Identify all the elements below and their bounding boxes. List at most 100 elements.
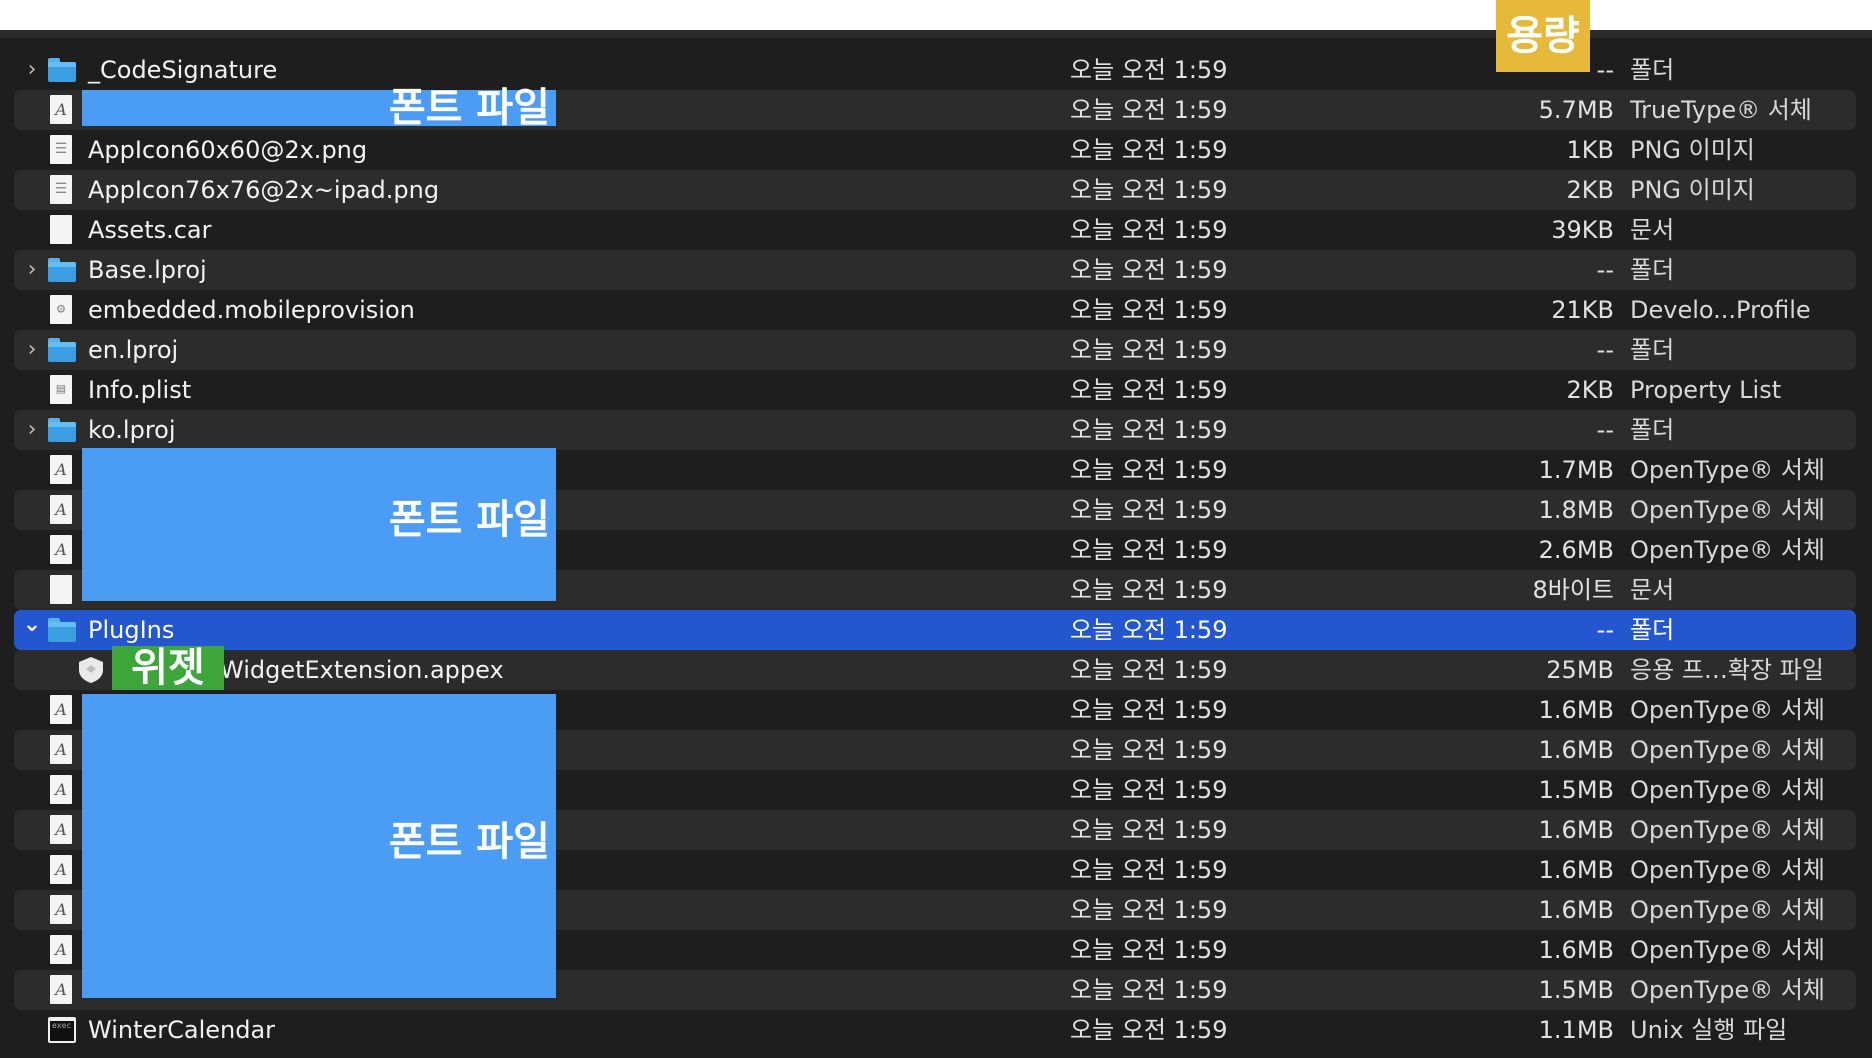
- file-name: Info.plist: [88, 376, 192, 404]
- file-row[interactable]: exec WinterCalendar 오늘 오전 1:59 1.1MB Unix 실행…: [14, 1010, 1856, 1050]
- file-name: embedded.mobileprovision: [88, 296, 415, 324]
- image-file-icon: ☰: [50, 135, 72, 164]
- file-row[interactable]: Assets.car 오늘 오전 1:59 39KB 문서: [14, 210, 1856, 250]
- date-modified: 오늘 오전 1:59: [1070, 576, 1228, 604]
- date-modified: 오늘 오전 1:59: [1070, 776, 1228, 804]
- file-kind: 폴더: [1630, 336, 1675, 364]
- file-size: 1.1MB: [1538, 1016, 1614, 1044]
- date-modified: 오늘 오전 1:59: [1070, 336, 1228, 364]
- font-file-icon: A: [50, 535, 72, 564]
- file-kind: OpenType® 서체: [1630, 816, 1826, 844]
- file-size: 1.6MB: [1538, 936, 1614, 964]
- file-name: AppIcon76x76@2x~ipad.png: [88, 176, 440, 204]
- font-file-icon: A: [50, 775, 72, 804]
- document-icon: [50, 575, 72, 604]
- font-file-label: 폰트 파일: [388, 85, 550, 131]
- file-kind: 폴더: [1630, 56, 1675, 84]
- date-modified: 오늘 오전 1:59: [1070, 936, 1228, 964]
- file-name: en.lproj: [88, 336, 179, 364]
- file-kind: 문서: [1630, 216, 1675, 244]
- file-size: 1.8MB: [1538, 496, 1614, 524]
- size-label-overlay: 용량: [1496, 0, 1590, 72]
- file-kind: TrueType® 서체: [1630, 96, 1812, 124]
- image-file-icon: ☰: [50, 175, 72, 204]
- date-modified: 오늘 오전 1:59: [1070, 856, 1228, 884]
- disclosure-closed-icon[interactable]: ›: [22, 410, 42, 450]
- font-file-icon: A: [50, 975, 72, 1004]
- file-size: 1.7MB: [1538, 456, 1614, 484]
- folder-icon: [48, 58, 76, 82]
- app-extension-icon: [78, 656, 104, 684]
- plist-file-icon: ▤: [50, 375, 72, 404]
- date-modified: 오늘 오전 1:59: [1070, 296, 1228, 324]
- executable-icon: exec: [48, 1017, 76, 1043]
- file-kind: OpenType® 서체: [1630, 856, 1826, 884]
- folder-icon: [48, 338, 76, 362]
- folder-icon: [48, 618, 76, 642]
- file-row[interactable]: WidgetExtension.appex 오늘 오전 1:59 25MB 응용 프……: [14, 650, 1856, 690]
- date-modified: 오늘 오전 1:59: [1070, 656, 1228, 684]
- file-row[interactable]: › en.lproj 오늘 오전 1:59 -- 폴더: [14, 330, 1856, 370]
- column-header-divider: [0, 30, 1872, 38]
- date-modified: 오늘 오전 1:59: [1070, 96, 1228, 124]
- file-size: 39KB: [1551, 216, 1614, 244]
- file-size: 2.6MB: [1538, 536, 1614, 564]
- file-kind: 문서: [1630, 576, 1675, 604]
- file-size: 21KB: [1551, 296, 1614, 324]
- redaction-overlay-font-3: 폰트 파일: [82, 694, 556, 998]
- folder-icon: [48, 258, 76, 282]
- disclosure-open-icon[interactable]: ⌄: [22, 610, 42, 650]
- disclosure-closed-icon[interactable]: ›: [22, 50, 42, 90]
- file-row[interactable]: › ko.lproj 오늘 오전 1:59 -- 폴더: [14, 410, 1856, 450]
- file-row[interactable]: ⚙ embedded.mobileprovision 오늘 오전 1:59 21KB D…: [14, 290, 1856, 330]
- file-row[interactable]: ▤ Info.plist 오늘 오전 1:59 2KB Property List: [14, 370, 1856, 410]
- file-size: 1.6MB: [1538, 896, 1614, 924]
- redaction-overlay-font-1: 폰트 파일: [82, 85, 556, 131]
- file-row[interactable]: ☰ AppIcon76x76@2x~ipad.png 오늘 오전 1:59 2KB PN…: [14, 170, 1856, 210]
- file-size: --: [1596, 256, 1614, 284]
- file-size: 5.7MB: [1538, 96, 1614, 124]
- provision-file-icon: ⚙: [50, 295, 72, 324]
- file-kind: OpenType® 서체: [1630, 456, 1826, 484]
- font-file-label: 폰트 파일: [388, 497, 550, 543]
- file-name: WidgetExtension.appex: [220, 656, 504, 684]
- file-size: 1.6MB: [1538, 816, 1614, 844]
- file-name: AppIcon60x60@2x.png: [88, 136, 368, 164]
- font-file-label: 폰트 파일: [388, 819, 550, 865]
- top-bar: [0, 0, 1872, 30]
- file-row[interactable]: ⌄ PlugIns 오늘 오전 1:59 -- 폴더: [14, 610, 1856, 650]
- file-kind: 응용 프…확장 파일: [1630, 656, 1824, 684]
- date-modified: 오늘 오전 1:59: [1070, 816, 1228, 844]
- file-size: 2KB: [1566, 376, 1614, 404]
- file-size: 1KB: [1566, 136, 1614, 164]
- file-size: --: [1596, 416, 1614, 444]
- date-modified: 오늘 오전 1:59: [1070, 216, 1228, 244]
- date-modified: 오늘 오전 1:59: [1070, 616, 1228, 644]
- file-size: 1.6MB: [1538, 696, 1614, 724]
- date-modified: 오늘 오전 1:59: [1070, 376, 1228, 404]
- redaction-overlay-font-2: 폰트 파일: [82, 448, 556, 601]
- file-name: WinterCalendar: [88, 1016, 276, 1044]
- folder-icon: [48, 418, 76, 442]
- font-file-icon: A: [50, 495, 72, 524]
- date-modified: 오늘 오전 1:59: [1070, 536, 1228, 564]
- file-kind: OpenType® 서체: [1630, 496, 1826, 524]
- file-row[interactable]: › Base.lproj 오늘 오전 1:59 -- 폴더: [14, 250, 1856, 290]
- file-kind: OpenType® 서체: [1630, 536, 1826, 564]
- file-size: 1.5MB: [1538, 776, 1614, 804]
- date-modified: 오늘 오전 1:59: [1070, 456, 1228, 484]
- file-name: PlugIns: [88, 616, 175, 644]
- file-kind: OpenType® 서체: [1630, 776, 1826, 804]
- font-file-icon: A: [50, 895, 72, 924]
- disclosure-closed-icon[interactable]: ›: [22, 250, 42, 290]
- file-row[interactable]: ☰ AppIcon60x60@2x.png 오늘 오전 1:59 1KB PNG 이미지: [14, 130, 1856, 170]
- file-size: 1.5MB: [1538, 976, 1614, 1004]
- file-kind: OpenType® 서체: [1630, 736, 1826, 764]
- file-kind: OpenType® 서체: [1630, 936, 1826, 964]
- disclosure-closed-icon[interactable]: ›: [22, 330, 42, 370]
- file-size: --: [1596, 616, 1614, 644]
- file-kind: Property List: [1630, 376, 1782, 404]
- file-kind: Unix 실행 파일: [1630, 1016, 1788, 1044]
- date-modified: 오늘 오전 1:59: [1070, 136, 1228, 164]
- file-kind: 폴더: [1630, 256, 1675, 284]
